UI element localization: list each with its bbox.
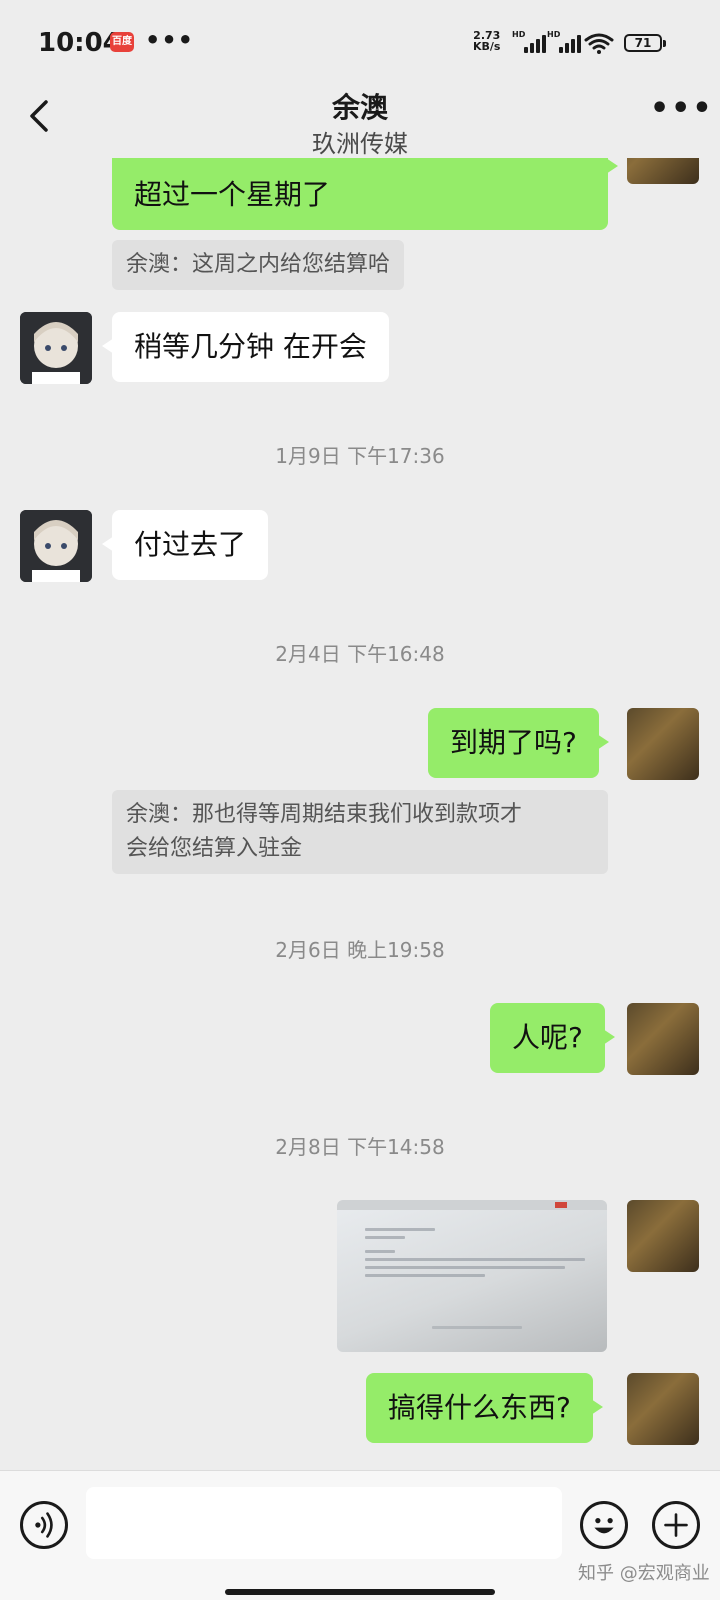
page-title: 余澳 — [331, 91, 388, 124]
my-avatar[interactable] — [627, 1003, 699, 1075]
quote-text: 余澳：这周之内给您结算哈 — [126, 252, 391, 277]
received-message[interactable]: 稍等几分钟 在开会 — [102, 312, 389, 382]
quoted-reply[interactable]: 余澳：这周之内给您结算哈 — [112, 240, 405, 290]
sent-message[interactable]: 搞得什么东西? — [366, 1373, 603, 1443]
message-text: 稍等几分钟 在开会 — [134, 330, 367, 363]
message-text: 到期了吗? — [450, 726, 577, 759]
voice-icon[interactable] — [20, 1501, 68, 1549]
chat-header: 余澳 玖洲传媒 ••• — [0, 86, 720, 158]
emoji-icon[interactable] — [580, 1501, 628, 1549]
received-message[interactable]: 付过去了 — [101, 510, 269, 580]
message-text: 人呢? — [512, 1021, 583, 1054]
contact-avatar[interactable] — [20, 312, 92, 384]
sent-message[interactable]: 人呢? — [490, 1003, 615, 1073]
message-text: 付过去了 — [134, 528, 247, 561]
timestamp: 2月6日 晚上19:58 — [275, 938, 445, 962]
my-avatar[interactable] — [627, 1373, 699, 1445]
timestamp: 1月9日 下午17:36 — [275, 444, 445, 468]
watermark: 知乎 @宏观商业 — [578, 1563, 710, 1584]
contact-avatar-image — [20, 312, 92, 384]
timestamp: 2月4日 下午16:48 — [275, 642, 445, 666]
sent-message[interactable]: 到期了吗? — [428, 708, 609, 778]
plus-icon[interactable] — [652, 1501, 700, 1549]
my-avatar[interactable] — [627, 1200, 699, 1272]
more-icon[interactable]: ••• — [650, 94, 712, 124]
contact-avatar[interactable] — [20, 510, 92, 582]
image-message[interactable] — [337, 1200, 607, 1352]
chat-area[interactable]: 超过一个星期了 余澳：这周之内给您结算哈 稍等几分钟 在开会 1月9日 下午17… — [0, 0, 720, 1470]
page-subtitle: 玖洲传媒 — [312, 130, 408, 158]
timestamp: 2月8日 下午14:58 — [275, 1135, 445, 1159]
my-avatar[interactable] — [627, 708, 699, 780]
image-logo — [555, 1202, 567, 1208]
message-input[interactable] — [86, 1487, 562, 1559]
home-indicator[interactable] — [225, 1589, 495, 1595]
quote-text-line1: 余澳：那也得等周期结束我们收到款项才 — [126, 802, 523, 827]
message-text: 搞得什么东西? — [388, 1391, 571, 1424]
input-bar: 知乎 @宏观商业 — [0, 1470, 720, 1600]
quoted-reply[interactable]: 余澳：那也得等周期结束我们收到款项才 会给您结算入驻金 — [112, 790, 608, 874]
quote-text-line2: 会给您结算入驻金 — [126, 836, 303, 861]
message-text: 超过一个星期了 — [134, 178, 331, 211]
contact-avatar-image — [20, 510, 92, 582]
